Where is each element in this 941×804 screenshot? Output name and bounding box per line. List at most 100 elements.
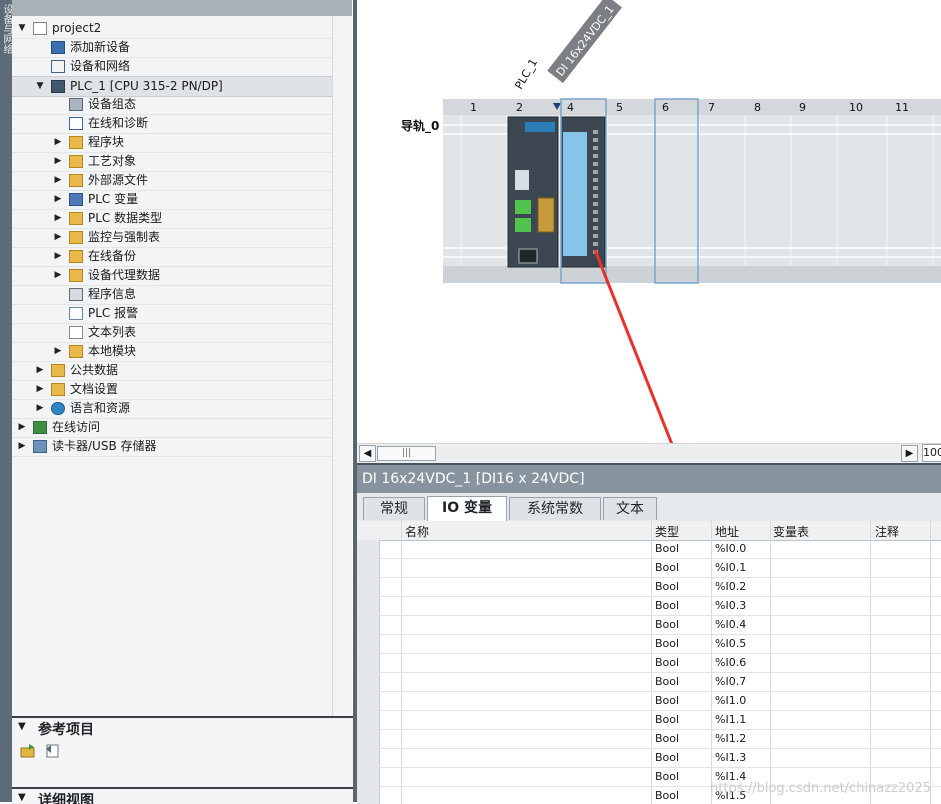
expand-arrow-icon[interactable]: ▶ — [17, 437, 27, 456]
address-cell[interactable]: %I0.1 — [715, 561, 746, 574]
table-row[interactable]: Bool %I0.2 — [357, 578, 941, 597]
tree-item[interactable]: 设备和网络 — [12, 57, 332, 77]
expand-arrow-icon[interactable]: ▶ — [53, 247, 63, 266]
address-cell[interactable]: %I1.3 — [715, 751, 746, 764]
row-header[interactable] — [357, 673, 380, 691]
slot-number[interactable]: 9 — [799, 101, 806, 114]
tree-item[interactable]: ▶ 读卡器/USB 存储器 — [12, 437, 332, 457]
expand-arrow-icon[interactable]: ▶ — [53, 342, 63, 361]
reference-collapse-arrow[interactable]: ▼ — [18, 721, 26, 732]
address-cell[interactable]: %I0.4 — [715, 618, 746, 631]
scroll-thumb[interactable]: ||| — [377, 446, 436, 461]
address-cell[interactable]: %I0.2 — [715, 580, 746, 593]
expand-arrow-icon[interactable]: ▶ — [53, 133, 63, 152]
collapse-arrow-icon[interactable]: ▼ — [35, 77, 45, 96]
tree-item[interactable]: ▼ project2 — [12, 19, 332, 39]
row-header[interactable] — [357, 692, 380, 710]
tree-item[interactable]: ▶ 在线备份 — [12, 247, 332, 267]
table-row[interactable]: Bool %I0.5 — [357, 635, 941, 654]
inspector-tab[interactable]: 系统常数 — [509, 497, 601, 520]
table-row[interactable]: Bool %I0.4 — [357, 616, 941, 635]
tree-item[interactable]: ▶ 设备代理数据 — [12, 266, 332, 286]
row-header[interactable] — [357, 730, 380, 748]
row-header[interactable] — [357, 711, 380, 729]
row-header[interactable] — [357, 597, 380, 615]
address-cell[interactable]: %I1.2 — [715, 732, 746, 745]
address-cell[interactable]: %I1.1 — [715, 713, 746, 726]
tree-item[interactable]: ▶ 在线访问 — [12, 418, 332, 438]
slot-number[interactable]: 5 — [616, 101, 623, 114]
tree-item[interactable]: ▶ 语言和资源 — [12, 399, 332, 419]
plc-label[interactable]: PLC_1 — [512, 56, 540, 91]
expand-arrow-icon[interactable]: ▶ — [53, 190, 63, 209]
tree-item[interactable]: ▶ PLC 变量 — [12, 190, 332, 210]
inspector-tab[interactable]: IO 变量 — [427, 496, 507, 521]
table-row[interactable]: Bool %I0.1 — [357, 559, 941, 578]
slot-number[interactable]: 6 — [662, 101, 669, 114]
device-view-scrollbar[interactable]: ◀ ||| ▶ — [357, 443, 941, 463]
row-header[interactable] — [357, 578, 380, 596]
table-row[interactable]: Bool %I1.0 — [357, 692, 941, 711]
expand-arrow-icon[interactable]: ▶ — [35, 399, 45, 418]
scroll-right-button[interactable]: ▶ — [901, 445, 918, 462]
row-header[interactable] — [357, 768, 380, 786]
slot-number[interactable]: 2 — [516, 101, 523, 114]
slot-number[interactable]: 8 — [754, 101, 761, 114]
row-header[interactable] — [357, 559, 380, 577]
tree-item[interactable]: ▶ PLC 数据类型 — [12, 209, 332, 229]
col-type-header[interactable]: 类型 — [655, 523, 679, 540]
tree-item[interactable]: 在线和诊断 — [12, 114, 332, 134]
tree-item[interactable]: 设备组态 — [12, 95, 332, 115]
tree-item[interactable]: ▶ 本地模块 — [12, 342, 332, 362]
slot-number[interactable]: 11 — [895, 101, 909, 114]
row-header[interactable] — [357, 635, 380, 653]
row-header[interactable] — [357, 540, 380, 558]
expand-arrow-icon[interactable]: ▶ — [53, 171, 63, 190]
slot-number[interactable]: 4 — [567, 101, 574, 114]
tree-item[interactable]: ▶ 公共数据 — [12, 361, 332, 381]
close-reference-button[interactable] — [44, 743, 60, 759]
cpu-module[interactable] — [507, 116, 559, 268]
module-label-tag[interactable]: DI 16x24VDC_1 — [547, 0, 623, 84]
details-collapse-arrow[interactable]: ▼ — [18, 792, 26, 803]
vertical-side-tab[interactable]: 设备与网络 — [0, 0, 12, 802]
address-cell[interactable]: %I0.3 — [715, 599, 746, 612]
address-cell[interactable]: %I0.7 — [715, 675, 746, 688]
slot-number[interactable]: 7 — [708, 101, 715, 114]
expand-arrow-icon[interactable]: ▶ — [35, 361, 45, 380]
expand-arrow-icon[interactable]: ▶ — [53, 266, 63, 285]
row-header[interactable] — [357, 787, 380, 804]
tree-item[interactable]: PLC 报警 — [12, 304, 332, 324]
tree-item[interactable]: 文本列表 — [12, 323, 332, 343]
table-row[interactable]: Bool %I1.3 — [357, 749, 941, 768]
table-row[interactable]: Bool %I0.6 — [357, 654, 941, 673]
collapse-arrow-icon[interactable]: ▼ — [17, 19, 27, 38]
address-cell[interactable]: %I0.0 — [715, 542, 746, 555]
tree-item[interactable]: ▶ 程序块 — [12, 133, 332, 153]
row-header[interactable] — [357, 616, 380, 634]
address-cell[interactable]: %I1.0 — [715, 694, 746, 707]
tree-item[interactable]: ▶ 文档设置 — [12, 380, 332, 400]
table-row[interactable]: Bool %I0.0 — [357, 540, 941, 559]
tree-item[interactable]: ▶ 外部源文件 — [12, 171, 332, 191]
col-name-header[interactable]: 名称 — [405, 523, 429, 540]
tree-item[interactable]: ▶ 监控与强制表 — [12, 228, 332, 248]
inspector-tab[interactable]: 文本 — [603, 497, 657, 520]
details-view-header[interactable]: ▼ 详细视图 — [12, 787, 353, 804]
expand-arrow-icon[interactable]: ▶ — [53, 228, 63, 247]
tree-item[interactable]: ▶ 工艺对象 — [12, 152, 332, 172]
address-cell[interactable]: %I0.6 — [715, 656, 746, 669]
col-comment-header[interactable]: 注释 — [875, 523, 899, 540]
row-header[interactable] — [357, 749, 380, 767]
tree-item[interactable]: 程序信息 — [12, 285, 332, 305]
col-tag-table-header[interactable]: 变量表 — [773, 523, 809, 540]
expand-arrow-icon[interactable]: ▶ — [53, 209, 63, 228]
address-cell[interactable]: %I0.5 — [715, 637, 746, 650]
reference-projects-header[interactable]: ▼ 参考项目 — [12, 716, 353, 741]
row-header[interactable] — [357, 654, 380, 672]
expand-arrow-icon[interactable]: ▶ — [35, 380, 45, 399]
col-address-header[interactable]: 地址 — [715, 523, 739, 540]
scroll-left-button[interactable]: ◀ — [359, 445, 376, 462]
table-row[interactable]: Bool %I1.2 — [357, 730, 941, 749]
expand-arrow-icon[interactable]: ▶ — [17, 418, 27, 437]
